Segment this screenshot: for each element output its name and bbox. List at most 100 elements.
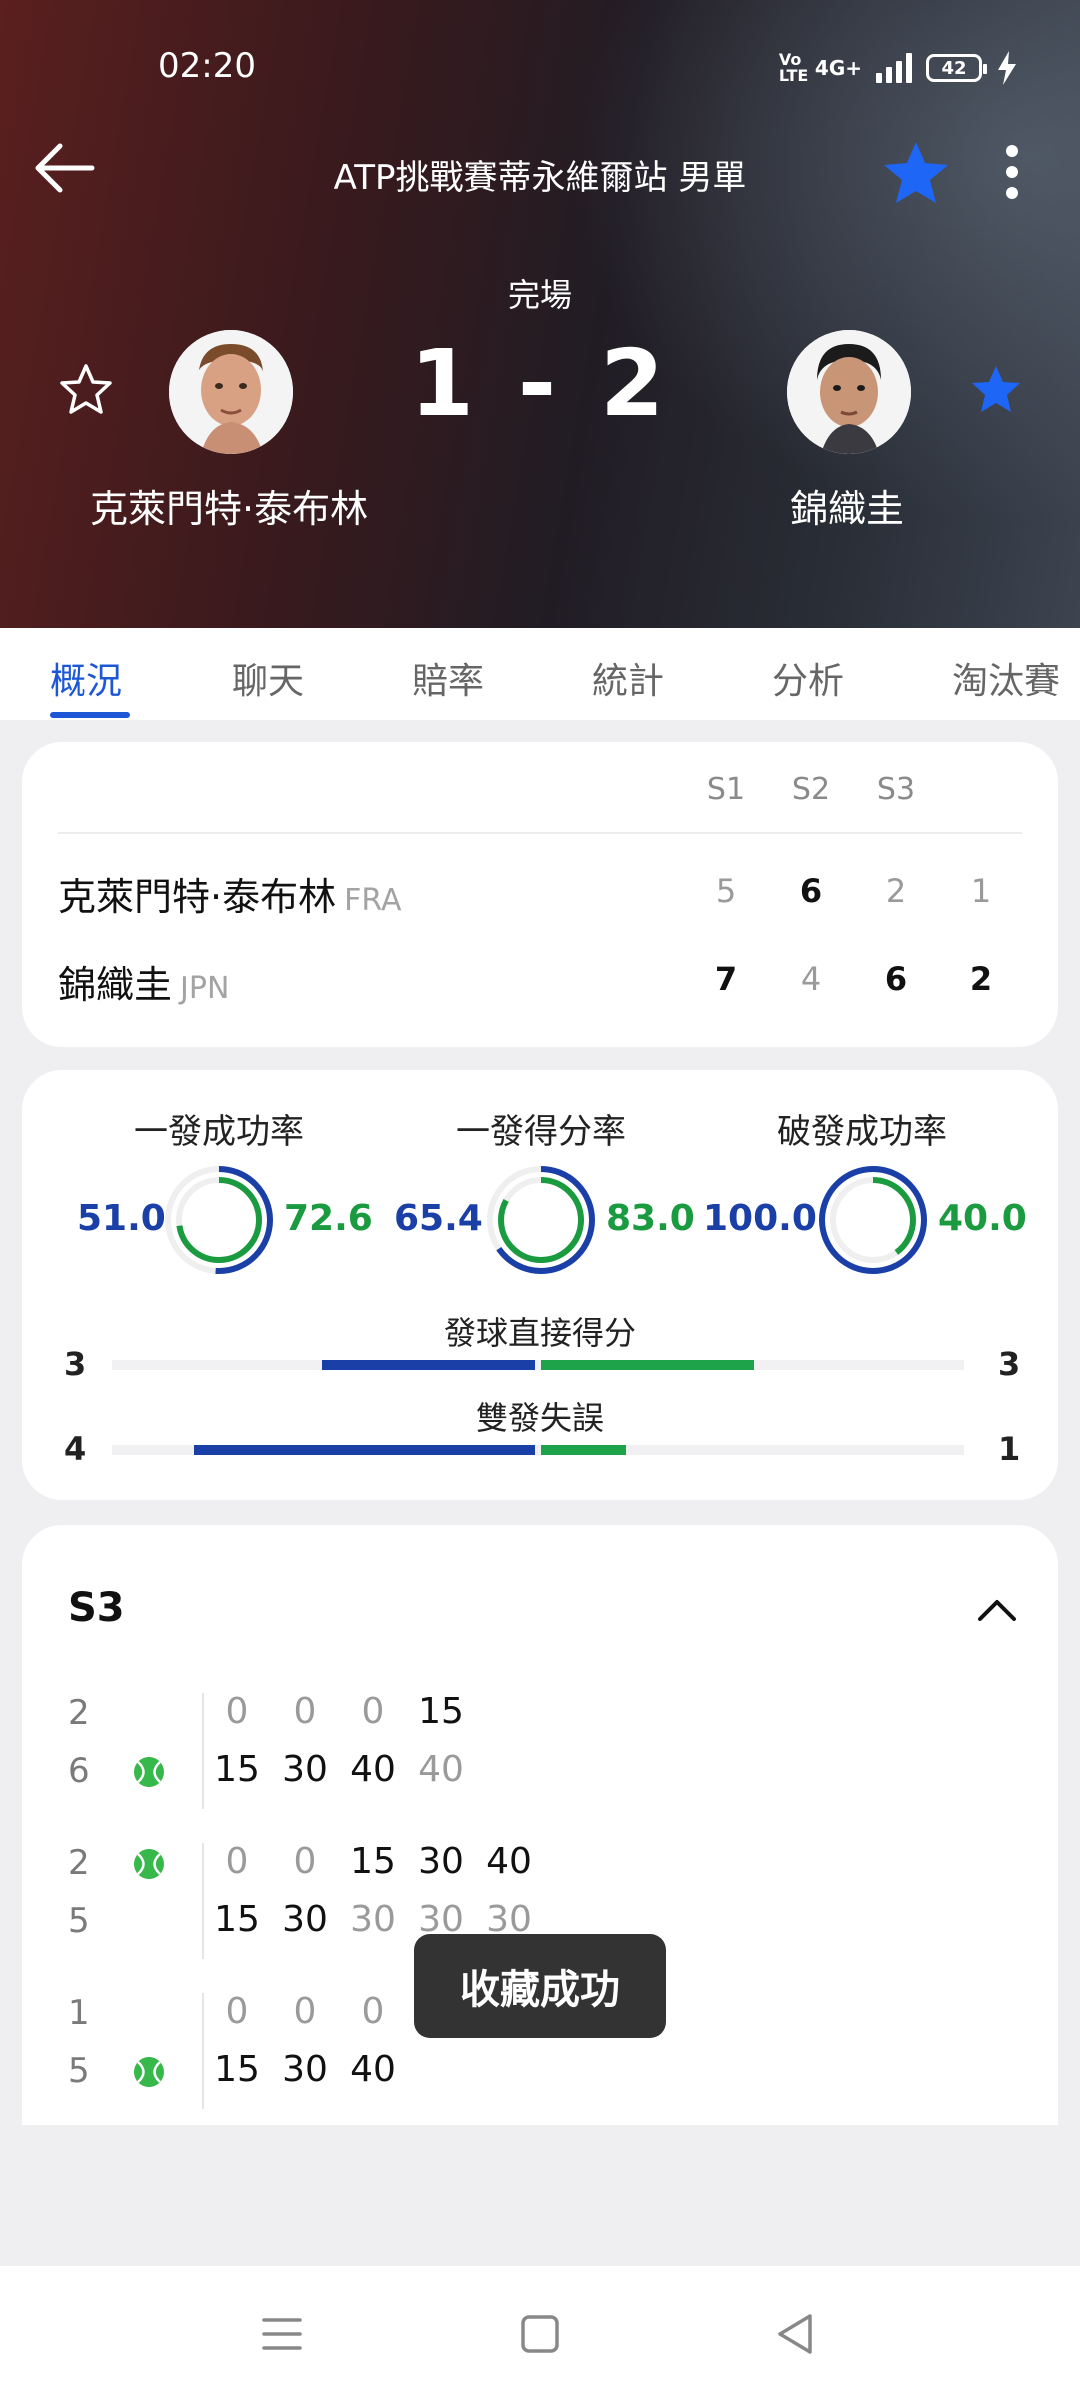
tab-overview[interactable]: 概況	[50, 652, 122, 704]
stats-card: 一發成功率 一發得分率 破發成功率 51.0 72.6 65.4 83.0 10…	[22, 1070, 1058, 1500]
stat-player1-value: 100.0	[703, 1198, 817, 1239]
scoreboard-player1: 克萊門特·泰布林 FRA	[58, 866, 402, 921]
point-score: 30	[418, 1841, 464, 1882]
point-score: 15	[214, 1899, 260, 1940]
charging-icon	[998, 51, 1016, 85]
volte-icon: Vo LTE	[778, 50, 809, 85]
tab-bar: 概況 聊天 賠率 統計 分析 淘汰賽	[0, 628, 1080, 720]
player1-name: 克萊門特·泰布林	[90, 487, 369, 531]
point-score: 0	[361, 1691, 385, 1732]
tab-odds[interactable]: 賠率	[412, 652, 484, 704]
stat-label: 一發得分率	[456, 1112, 626, 1152]
tab-stats[interactable]: 統計	[592, 652, 664, 704]
set-score: 6	[884, 960, 908, 998]
player2-avatar[interactable]	[787, 330, 911, 454]
ring-player1-arc	[819, 1166, 927, 1274]
point-score: 0	[361, 1991, 385, 2032]
scoreboard-card: S1 S2 S3 克萊門特·泰布林 FRA 5 6 2 1 錦織圭 JPN 7 4 …	[22, 742, 1058, 1047]
more-options-icon[interactable]	[990, 140, 1034, 204]
point-score: 0	[293, 1691, 317, 1732]
scoreboard-player2-name: 錦織圭	[58, 963, 173, 1007]
point-score: 30	[350, 1899, 396, 1940]
bar-player2-value: 1	[998, 1430, 1021, 1468]
set-score: 7	[714, 960, 738, 998]
bar-track	[112, 1360, 964, 1370]
home-icon[interactable]	[510, 2306, 570, 2362]
point-score: 15	[214, 1749, 260, 1790]
tab-chat[interactable]: 聊天	[232, 652, 304, 704]
battery-icon: 42	[926, 54, 987, 82]
point-score: 15	[214, 2049, 260, 2090]
game-score-bottom: 5	[68, 1901, 90, 1941]
set-score: 6	[799, 872, 823, 910]
tennis-ball-icon	[134, 1757, 164, 1787]
status-time: 02:20	[158, 46, 256, 86]
stat-label: 一發成功率	[134, 1112, 304, 1152]
set-header: S3	[876, 772, 916, 807]
game-score-top: 1	[68, 1993, 90, 2033]
bar-player1-fill	[322, 1360, 535, 1370]
player2-follow-star-icon[interactable]	[968, 362, 1024, 418]
bar-player1-value: 4	[64, 1430, 87, 1468]
point-score: 15	[418, 1691, 464, 1732]
player1-follow-star-icon[interactable]	[58, 362, 114, 418]
set-title: S3	[68, 1585, 125, 1631]
match-score: 1 - 2	[409, 330, 671, 437]
scoreboard-player1-name: 克萊門特·泰布林	[58, 875, 337, 919]
game-score-bottom: 5	[68, 2051, 90, 2091]
stat-player2-value: 40.0	[938, 1198, 1027, 1239]
bar-player2-value: 3	[998, 1345, 1021, 1383]
scoreboard-player2: 錦織圭 JPN	[58, 954, 229, 1009]
system-nav-bar	[0, 2266, 1080, 2400]
set-score: 4	[800, 960, 822, 998]
point-score: 0	[225, 1841, 249, 1882]
match-status: 完場	[507, 276, 572, 314]
point-score: 30	[282, 1899, 328, 1940]
bar-player2-fill	[541, 1445, 627, 1455]
stat-player1-value: 51.0	[77, 1198, 166, 1239]
toast-message: 收藏成功	[414, 1934, 666, 2038]
match-header: 02:20 Vo LTE 4G+ 42 ATP挑戰賽蒂永維爾站 男單 完場 1 -…	[0, 0, 1080, 628]
set-score: 5	[715, 872, 737, 910]
divider	[58, 832, 1022, 834]
point-score: 0	[293, 1841, 317, 1882]
stat-player2-value: 83.0	[606, 1198, 695, 1239]
stat-ring	[487, 1166, 595, 1274]
set-header: S2	[791, 772, 831, 807]
point-score: 40	[350, 2049, 396, 2090]
player1-avatar[interactable]	[169, 330, 293, 454]
stat-label: 破發成功率	[777, 1112, 947, 1152]
bar-stat-label: 發球直接得分	[443, 1314, 636, 1352]
point-score: 0	[225, 1691, 249, 1732]
point-score: 30	[282, 1749, 328, 1790]
bar-player2-fill	[541, 1360, 754, 1370]
scoreboard-player1-country: FRA	[344, 883, 402, 918]
point-score: 40	[486, 1841, 532, 1882]
point-score: 40	[418, 1749, 464, 1790]
chevron-up-icon[interactable]	[972, 1585, 1022, 1635]
sets-won: 1	[970, 872, 992, 910]
favorite-star-icon[interactable]	[880, 138, 952, 208]
tab-analysis[interactable]: 分析	[772, 652, 844, 704]
network-type: 4G+	[814, 56, 862, 80]
scoreboard-player2-country: JPN	[180, 971, 230, 1006]
active-tab-indicator	[50, 712, 130, 718]
signal-icon	[876, 53, 912, 83]
bar-player1-value: 3	[64, 1345, 87, 1383]
menu-icon[interactable]	[252, 2306, 312, 2362]
back-icon[interactable]	[766, 2306, 826, 2362]
status-icons: Vo LTE 4G+ 42	[779, 48, 1018, 88]
sets-won: 2	[969, 960, 993, 998]
stat-player2-value: 72.6	[284, 1198, 373, 1239]
point-score: 30	[282, 2049, 328, 2090]
stat-ring	[165, 1166, 273, 1274]
set-score: 2	[885, 872, 907, 910]
bar-player1-fill	[194, 1445, 535, 1455]
bar-stat-label: 雙發失誤	[475, 1399, 604, 1437]
point-score: 40	[350, 1749, 396, 1790]
game-score-top: 2	[68, 1693, 90, 1733]
stat-player1-value: 65.4	[394, 1198, 483, 1239]
set-header: S1	[706, 772, 746, 807]
tab-knockout[interactable]: 淘汰賽	[952, 652, 1060, 704]
point-score: 0	[225, 1991, 249, 2032]
